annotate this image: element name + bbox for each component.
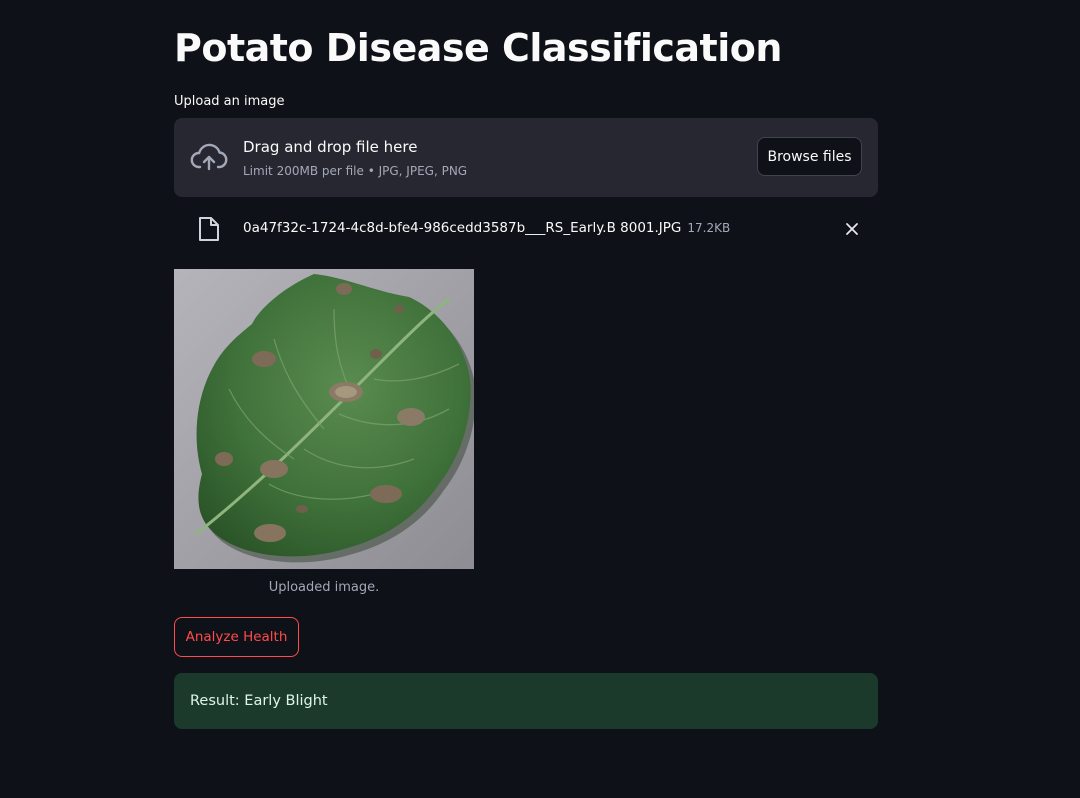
file-limit-text: Limit 200MB per file • JPG, JPEG, PNG xyxy=(243,164,468,178)
app-page: Potato Disease Classification Upload an … xyxy=(0,0,1080,798)
image-caption: Uploaded image. xyxy=(268,580,380,595)
analyze-health-button[interactable]: Analyze Health xyxy=(174,617,299,657)
leaf-illustration xyxy=(174,269,474,569)
close-icon[interactable] xyxy=(842,219,862,239)
result-alert: Result: Early Blight xyxy=(174,673,878,729)
upload-label: Upload an image xyxy=(174,94,285,109)
uploaded-leaf-image xyxy=(174,269,474,569)
file-size: 17.2KB xyxy=(687,221,731,235)
page-title: Potato Disease Classification xyxy=(174,26,782,70)
file-icon xyxy=(199,217,219,241)
drop-instruction: Drag and drop file here xyxy=(243,138,418,156)
result-text: Result: Early Blight xyxy=(190,693,328,709)
cloud-upload-icon xyxy=(190,143,228,171)
file-name-line: 0a47f32c-1724-4c8d-bfe4-986cedd3587b___R… xyxy=(243,219,730,237)
uploaded-file-row: 0a47f32c-1724-4c8d-bfe4-986cedd3587b___R… xyxy=(174,210,878,248)
file-dropzone[interactable]: Drag and drop file here Limit 200MB per … xyxy=(174,118,878,197)
browse-files-button[interactable]: Browse files xyxy=(757,137,862,176)
file-name: 0a47f32c-1724-4c8d-bfe4-986cedd3587b___R… xyxy=(243,220,682,236)
